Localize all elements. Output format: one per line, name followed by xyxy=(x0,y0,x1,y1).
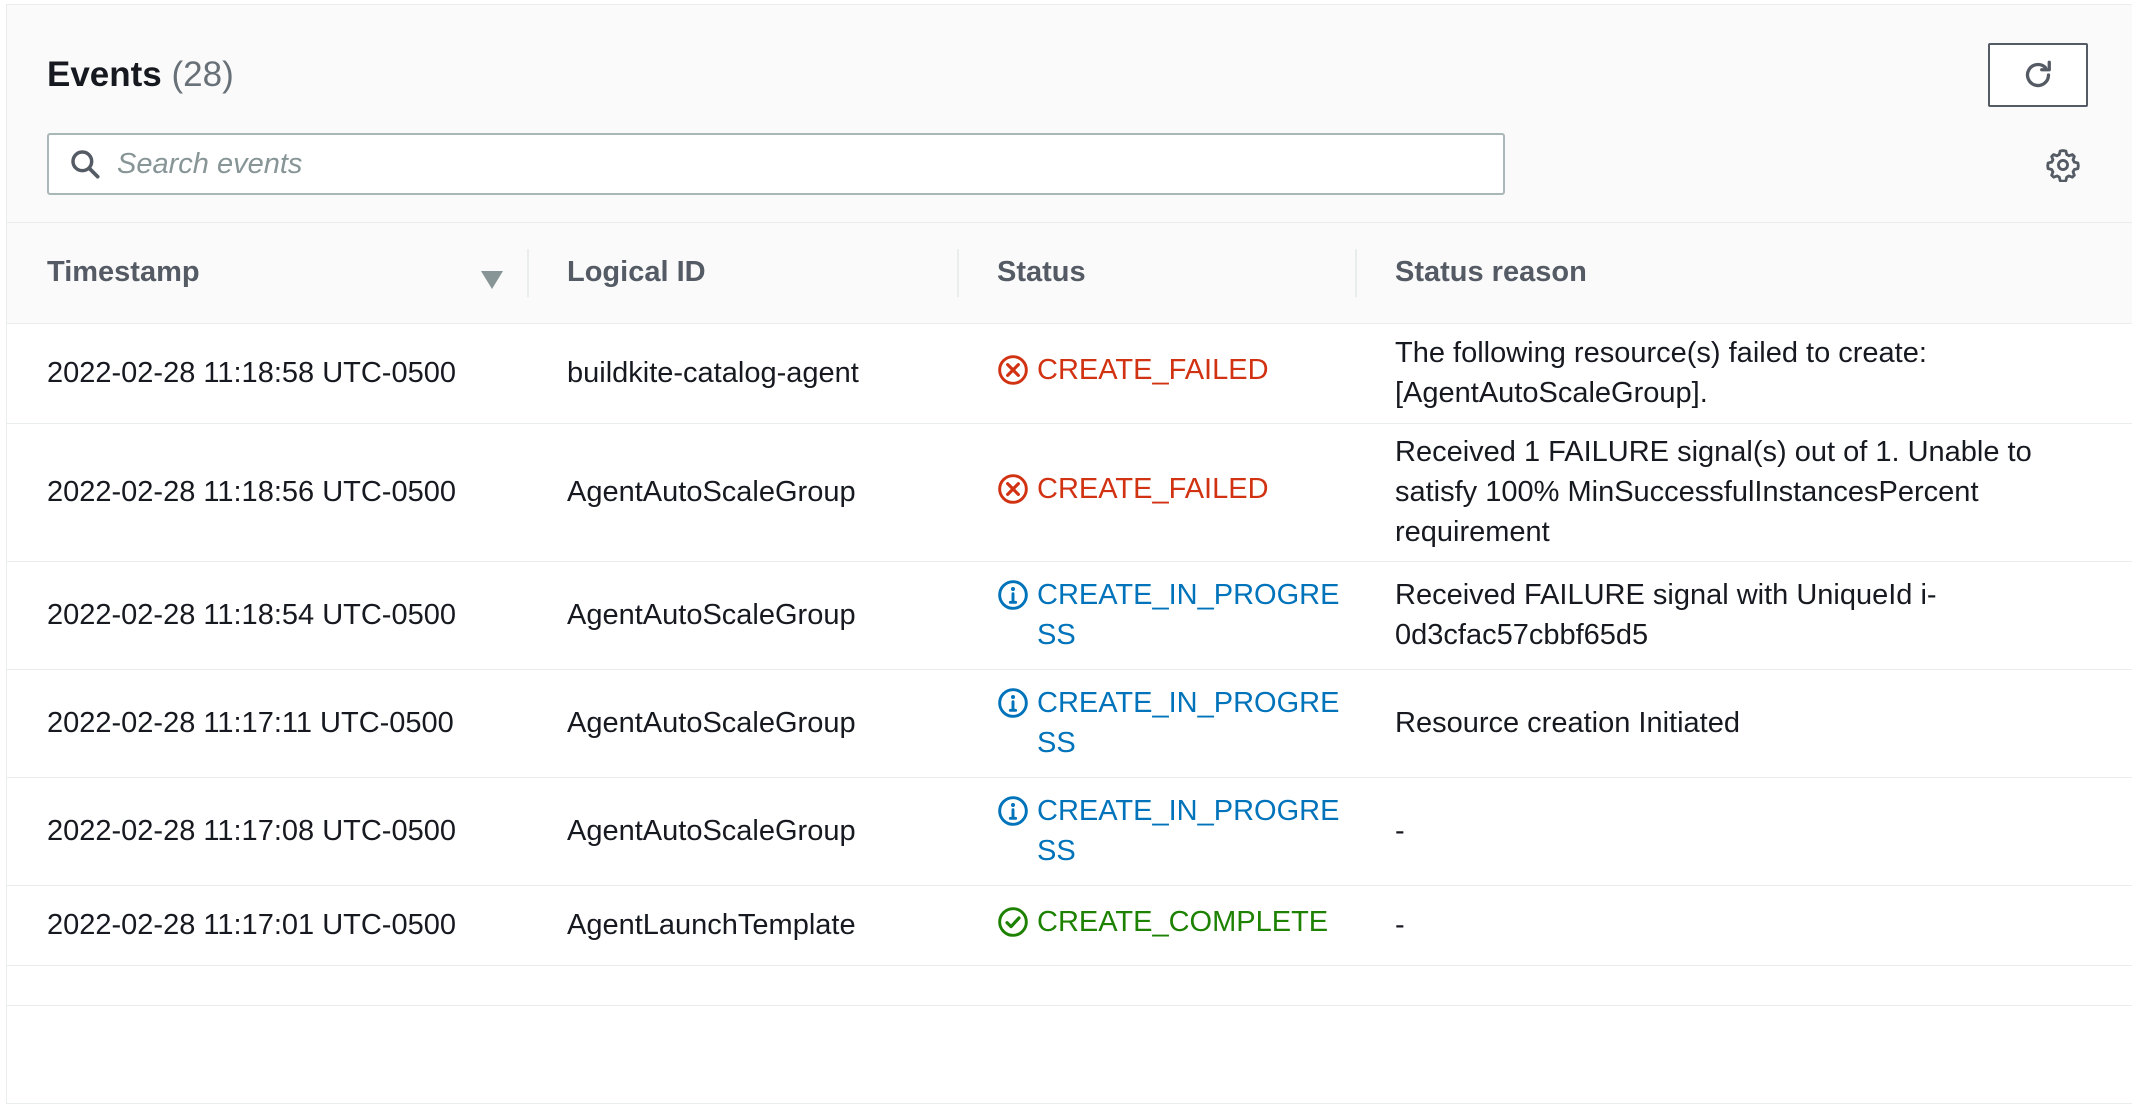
status-reason-cell: - xyxy=(1355,777,2132,886)
status-reason-cell: Resource creation Initiated xyxy=(1355,669,2132,778)
timestamp-cell: 2022-02-28 11:18:56 UTC-0500 xyxy=(7,423,527,562)
timestamp-cell: 2022-02-28 11:18:54 UTC-0500 xyxy=(7,561,527,670)
timestamp-cell: 2022-02-28 11:17:01 UTC-0500 xyxy=(7,885,527,966)
column-header-logical-id[interactable]: Logical ID xyxy=(527,223,957,324)
error-icon xyxy=(998,473,1028,504)
column-label: Status xyxy=(997,256,1086,289)
column-divider[interactable] xyxy=(527,249,529,297)
logical-id-cell: buildkite-catalog-agent xyxy=(527,323,957,424)
column-label: Logical ID xyxy=(567,256,706,289)
table-row[interactable]: 2022-02-28 11:18:54 UTC-0500 AgentAutoSca… xyxy=(7,561,2132,670)
status-cell: CREATE_IN_PROGRESS xyxy=(957,777,1355,886)
logical-id-cell: AgentAutoScaleGroup xyxy=(527,561,957,670)
logical-id-cell: AgentLaunchTemplate xyxy=(527,885,957,966)
table-row[interactable]: 2022-02-28 11:18:56 UTC-0500 AgentAutoSca… xyxy=(7,423,2132,562)
status-text: CREATE_IN_PROGRESS xyxy=(1037,687,1340,759)
status-badge: CREATE_FAILED xyxy=(997,469,1269,509)
logical-id-cell: AgentAutoScaleGroup xyxy=(527,669,957,778)
page-title: Events (28) xyxy=(47,55,234,95)
table-row[interactable]: 2022-02-28 11:17:11 UTC-0500 AgentAutoSca… xyxy=(7,669,2132,778)
sort-descending-icon[interactable] xyxy=(481,264,503,297)
status-cell: CREATE_COMPLETE xyxy=(957,885,1355,966)
status-reason-cell: The following resource(s) failed to crea… xyxy=(1355,323,2132,424)
status-badge: CREATE_IN_PROGRESS xyxy=(997,683,1355,763)
error-icon xyxy=(998,354,1028,385)
column-label: Status reason xyxy=(1395,256,1587,289)
success-icon xyxy=(998,906,1028,937)
status-cell: CREATE_FAILED xyxy=(957,323,1355,424)
settings-button[interactable] xyxy=(2044,146,2082,184)
search-icon xyxy=(67,146,103,182)
info-icon xyxy=(998,580,1028,610)
refresh-icon xyxy=(2025,60,2051,88)
event-count: (28) xyxy=(171,55,234,94)
info-icon xyxy=(998,688,1028,718)
table-row[interactable] xyxy=(7,965,2132,1006)
table-header-row: Timestamp Logical ID Status Status reaso… xyxy=(7,223,2132,324)
column-header-status-reason[interactable]: Status reason xyxy=(1355,223,2132,324)
gear-icon xyxy=(2046,149,2080,182)
status-text: CREATE_COMPLETE xyxy=(1037,905,1329,938)
status-text: CREATE_FAILED xyxy=(1037,353,1269,386)
timestamp-cell: 2022-02-28 11:17:11 UTC-0500 xyxy=(7,669,527,778)
table-row[interactable]: 2022-02-28 11:17:01 UTC-0500 AgentLaunchT… xyxy=(7,885,2132,966)
refresh-button[interactable] xyxy=(1988,43,2088,107)
status-text: CREATE_IN_PROGRESS xyxy=(1037,579,1340,651)
timestamp-cell: 2022-02-28 11:18:58 UTC-0500 xyxy=(7,323,527,424)
column-divider[interactable] xyxy=(1355,249,1357,297)
status-badge: CREATE_IN_PROGRESS xyxy=(997,575,1355,655)
info-icon xyxy=(998,796,1028,826)
status-reason-cell: Received 1 FAILURE signal(s) out of 1. U… xyxy=(1355,423,2132,562)
timestamp-cell: 2022-02-28 11:17:08 UTC-0500 xyxy=(7,777,527,886)
status-badge: CREATE_IN_PROGRESS xyxy=(997,791,1355,871)
status-badge: CREATE_FAILED xyxy=(997,350,1269,390)
events-panel: Events (28) Search events Timestamp Logi… xyxy=(6,4,2132,1104)
status-badge: CREATE_COMPLETE xyxy=(997,902,1328,942)
search-box[interactable] xyxy=(47,133,1505,195)
column-header-timestamp[interactable]: Timestamp xyxy=(7,223,527,324)
status-reason-cell: - xyxy=(1355,885,2132,966)
status-text: CREATE_IN_PROGRESS xyxy=(1037,795,1340,867)
column-label: Timestamp xyxy=(47,256,200,289)
title-text: Events xyxy=(47,55,162,94)
logical-id-cell: AgentAutoScaleGroup xyxy=(527,777,957,886)
column-header-status[interactable]: Status xyxy=(957,223,1355,324)
table-row[interactable]: 2022-02-28 11:18:58 UTC-0500 buildkite-ca… xyxy=(7,323,2132,424)
events-table: Timestamp Logical ID Status Status reaso… xyxy=(7,223,2132,1006)
table-row[interactable]: 2022-02-28 11:17:08 UTC-0500 AgentAutoSca… xyxy=(7,777,2132,886)
status-cell: CREATE_IN_PROGRESS xyxy=(957,561,1355,670)
column-divider[interactable] xyxy=(957,249,959,297)
events-header: Events (28) xyxy=(7,5,2132,223)
status-text: CREATE_FAILED xyxy=(1037,472,1269,505)
status-reason-cell: Received FAILURE signal with UniqueId i-… xyxy=(1355,561,2132,670)
search-input[interactable] xyxy=(117,139,1457,189)
status-cell: CREATE_IN_PROGRESS xyxy=(957,669,1355,778)
status-cell: CREATE_FAILED xyxy=(957,423,1355,562)
logical-id-cell: AgentAutoScaleGroup xyxy=(527,423,957,562)
